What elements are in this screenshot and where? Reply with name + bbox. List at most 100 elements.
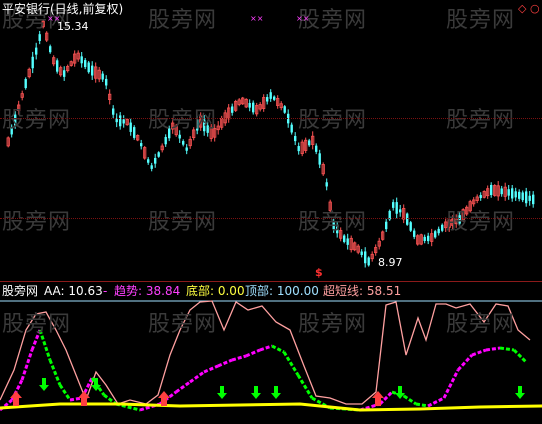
candle-body bbox=[35, 47, 38, 55]
candle-body bbox=[437, 228, 440, 234]
trend-segment bbox=[485, 346, 501, 352]
candle-body bbox=[318, 153, 321, 165]
indicator-trend: 趋势: 38.84 bbox=[114, 284, 181, 298]
trend-segment bbox=[296, 374, 314, 399]
watermark: 股旁网 bbox=[298, 210, 368, 235]
candle-body bbox=[413, 230, 416, 237]
watermark: 股旁网 bbox=[2, 210, 72, 235]
up-arrow-icon bbox=[161, 398, 167, 406]
candle-body bbox=[150, 165, 153, 169]
candle-body bbox=[518, 191, 521, 199]
candle-body bbox=[507, 189, 510, 196]
signal-marker: $ bbox=[315, 266, 323, 279]
trend-segment bbox=[58, 384, 72, 401]
chart-title: 平安银行(日线,前复权) bbox=[2, 2, 124, 16]
candle-body bbox=[511, 188, 514, 199]
candle-body bbox=[140, 143, 143, 147]
trend-segment bbox=[427, 396, 445, 408]
candle-body bbox=[409, 222, 412, 231]
candle-body bbox=[325, 182, 328, 187]
candle-body bbox=[290, 124, 293, 133]
candle-body bbox=[38, 34, 41, 41]
trend-segment bbox=[20, 349, 34, 381]
candle-body bbox=[423, 236, 426, 241]
candle-body bbox=[49, 46, 52, 53]
trend-segment bbox=[217, 358, 233, 368]
candle-body bbox=[80, 56, 83, 64]
candle-body bbox=[532, 194, 535, 205]
down-arrow-icon bbox=[94, 378, 98, 385]
candle-body bbox=[129, 122, 132, 132]
candle-body bbox=[87, 62, 90, 73]
down-arrow-icon bbox=[271, 393, 281, 399]
candle-body bbox=[266, 97, 269, 102]
candle-body bbox=[441, 224, 444, 231]
trend-segment bbox=[245, 348, 261, 358]
watermark: 股旁网 bbox=[446, 8, 516, 33]
indicator-top: 顶部: 100.00 bbox=[245, 284, 319, 298]
candle-body bbox=[395, 202, 398, 214]
candle-body bbox=[308, 140, 311, 146]
trend-segment bbox=[48, 359, 62, 386]
up-arrow-icon bbox=[13, 398, 19, 406]
candle-body bbox=[112, 108, 115, 115]
top-marker: ×× bbox=[250, 14, 264, 23]
up-arrow-icon bbox=[10, 391, 22, 398]
candle-body bbox=[154, 157, 157, 164]
candle-body bbox=[294, 136, 297, 142]
candle-body bbox=[231, 106, 234, 113]
candle-body bbox=[525, 191, 528, 204]
top-marker: ×× bbox=[47, 14, 61, 23]
candle-body bbox=[521, 192, 524, 201]
candle-body bbox=[343, 235, 346, 242]
candle-body bbox=[178, 134, 181, 139]
candle-body bbox=[248, 102, 251, 108]
watermark: 股旁网 bbox=[148, 8, 218, 33]
candle-body bbox=[133, 127, 136, 138]
candle-body bbox=[157, 152, 160, 157]
candle-body bbox=[490, 184, 493, 196]
trend-segment bbox=[259, 344, 273, 352]
candle-body bbox=[185, 147, 188, 151]
diamond-icon[interactable]: ◇ bbox=[518, 2, 526, 15]
candle-body bbox=[346, 238, 349, 245]
candle-body bbox=[105, 78, 108, 86]
down-arrow-icon bbox=[42, 378, 46, 385]
candle-body bbox=[101, 73, 104, 80]
trend-segment bbox=[442, 369, 460, 399]
watermark: 股旁网 bbox=[148, 312, 218, 337]
candle-body bbox=[283, 106, 286, 113]
candle-body bbox=[406, 213, 409, 225]
candle-body bbox=[315, 145, 318, 152]
grid-line bbox=[0, 218, 542, 219]
candle-body bbox=[84, 60, 87, 68]
indicator-bottom: 底部: 0.00 bbox=[186, 284, 245, 298]
candle-body bbox=[514, 191, 517, 198]
down-arrow-icon bbox=[518, 386, 522, 393]
trend-segment bbox=[403, 394, 417, 406]
down-arrow-icon bbox=[515, 393, 525, 399]
candle-body bbox=[392, 202, 395, 208]
candle-body bbox=[164, 136, 167, 145]
circle-icon[interactable]: ○ bbox=[530, 2, 540, 15]
candle-body bbox=[56, 60, 59, 72]
indicator-aa: AA: 10.63 bbox=[44, 284, 103, 298]
trend-segment bbox=[231, 354, 247, 362]
candle-body bbox=[24, 78, 27, 89]
down-arrow-icon bbox=[251, 393, 261, 399]
candle-body bbox=[269, 92, 272, 99]
top-marker: ×× bbox=[296, 14, 310, 23]
trend-segment bbox=[175, 380, 191, 394]
down-arrow-icon bbox=[254, 386, 258, 393]
indicator-source: 股旁网 bbox=[2, 284, 39, 298]
up-arrow-icon bbox=[375, 398, 381, 406]
grid-line bbox=[0, 118, 542, 119]
up-arrow-icon bbox=[158, 391, 170, 398]
watermark: 股旁网 bbox=[298, 312, 368, 337]
trend-segment bbox=[471, 348, 487, 357]
down-arrow-icon bbox=[39, 385, 49, 391]
indicator-super-short: 超短线: 58.51 bbox=[323, 284, 402, 298]
trend-segment bbox=[456, 353, 474, 372]
low-price-label: 8.97 bbox=[378, 256, 403, 269]
candle-body bbox=[367, 257, 370, 266]
